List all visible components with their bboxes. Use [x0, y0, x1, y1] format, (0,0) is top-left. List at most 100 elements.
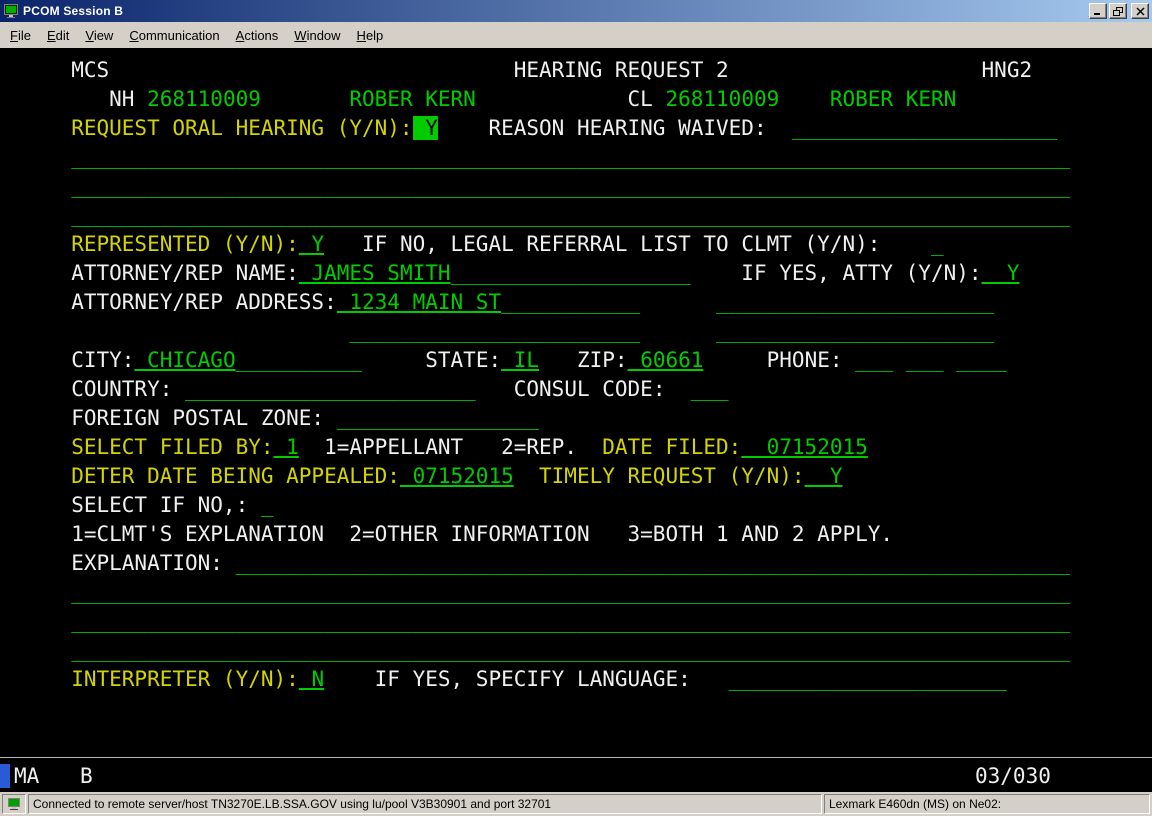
city-label: CITY:: [8, 348, 134, 372]
reason-continuation-field-3[interactable]: ________________________________________…: [8, 203, 1070, 227]
terminal-screen[interactable]: MCS HEARING REQUEST 2 HNG2 NH 268110009 …: [0, 48, 1152, 752]
menu-window[interactable]: Window: [286, 25, 348, 46]
select-filed-by-value[interactable]: 1: [274, 435, 299, 459]
status-bar: Connected to remote server/host TN3270E.…: [0, 792, 1152, 816]
reason-hearing-waived-field[interactable]: _____________________: [767, 116, 1058, 140]
phone-area-field[interactable]: ___: [843, 348, 894, 372]
date-filed-label: DATE FILED:: [577, 435, 741, 459]
oia-session-id: B: [80, 761, 93, 791]
foreign-postal-zone-label: FOREIGN POSTAL ZONE:: [8, 406, 324, 430]
explanation-continuation-field-2[interactable]: ________________________________________…: [8, 609, 1070, 633]
select-if-no-label: SELECT IF NO,:: [8, 493, 248, 517]
terminal-row: MCS HEARING REQUEST 2 HNG2: [8, 56, 1152, 85]
state-value[interactable]: IL: [501, 348, 539, 372]
oia-separator: [0, 757, 1152, 758]
select-if-no-value[interactable]: _: [248, 493, 273, 517]
attorney-name-label: ATTORNEY/REP NAME:: [8, 261, 299, 285]
attorney-address-label: ATTORNEY/REP ADDRESS:: [8, 290, 337, 314]
select-filed-by-label: SELECT FILED BY:: [8, 435, 274, 459]
menu-help[interactable]: Help: [349, 25, 392, 46]
specify-language-label: IF YES, SPECIFY LANGUAGE:: [324, 667, 691, 691]
phone-prefix-field[interactable]: ___: [893, 348, 944, 372]
terminal-row: ATTORNEY/REP NAME: JAMES SMITH__________…: [8, 259, 1152, 288]
close-button[interactable]: [1131, 3, 1149, 19]
state-label: STATE:: [362, 348, 501, 372]
terminal-row: ________________________________________…: [8, 201, 1152, 230]
represented-label: REPRESENTED (Y/N):: [8, 232, 299, 256]
zip-value[interactable]: 60661: [628, 348, 704, 372]
reason-continuation-field-2[interactable]: ________________________________________…: [8, 174, 1070, 198]
request-oral-hearing-value[interactable]: Y: [413, 116, 438, 140]
interpreter-value[interactable]: N: [299, 667, 324, 691]
deter-date-value[interactable]: 07152015: [400, 464, 514, 488]
terminal-row: NH 268110009 ROBER KERN CL 268110009 ROB…: [8, 85, 1152, 114]
explanation-options: 1=CLMT'S EXPLANATION 2=OTHER INFORMATION…: [8, 522, 893, 546]
app-window: PCOM Session B File Edit View Communicat…: [0, 0, 1152, 816]
terminal-row: DETER DATE BEING APPEALED: 07152015 TIME…: [8, 462, 1152, 491]
legal-referral-value[interactable]: _: [880, 232, 943, 256]
terminal-row: REQUEST ORAL HEARING (Y/N): Y REASON HEA…: [8, 114, 1152, 143]
attorney-name-value[interactable]: JAMES SMITH: [299, 261, 451, 285]
app-icon: [3, 3, 19, 19]
represented-value[interactable]: Y: [299, 232, 324, 256]
language-field[interactable]: ______________________: [691, 667, 1007, 691]
session-status-icon: [7, 797, 21, 811]
terminal-row: ________________________________________…: [8, 172, 1152, 201]
oia-status-row: MA B 03/030: [0, 761, 1152, 791]
restore-button[interactable]: [1109, 3, 1127, 19]
foreign-postal-zone-field[interactable]: ________________: [324, 406, 539, 430]
explanation-continuation-field-3[interactable]: ________________________________________…: [8, 638, 1070, 662]
attorney-address-line4-field[interactable]: ______________________: [640, 319, 994, 343]
phone-label: PHONE:: [703, 348, 842, 372]
country-label: COUNTRY:: [8, 377, 172, 401]
window-title: PCOM Session B: [23, 4, 123, 18]
terminal-row: _______________________ ________________…: [8, 317, 1152, 346]
reason-hearing-waived-label: REASON HEARING WAIVED:: [438, 116, 767, 140]
filed-by-options: 1=APPELLANT 2=REP.: [299, 435, 577, 459]
title-bar[interactable]: PCOM Session B: [0, 0, 1152, 22]
attorney-address-line2-field[interactable]: ______________________: [640, 290, 994, 314]
consul-code-label: CONSUL CODE:: [476, 377, 666, 401]
terminal-row: COUNTRY: _______________________ CONSUL …: [8, 375, 1152, 404]
explanation-label: EXPLANATION:: [8, 551, 223, 575]
city-value[interactable]: CHICAGO: [134, 348, 235, 372]
menu-actions[interactable]: Actions: [228, 25, 287, 46]
terminal-row: CITY: CHICAGO__________ STATE: IL ZIP: 6…: [8, 346, 1152, 375]
request-oral-hearing-label: REQUEST ORAL HEARING (Y/N):: [8, 116, 413, 140]
minimize-button[interactable]: [1089, 3, 1107, 19]
consul-code-field[interactable]: ___: [665, 377, 728, 401]
city-fill[interactable]: __________: [236, 348, 362, 372]
screen-title: HEARING REQUEST 2: [109, 58, 729, 82]
nh-name-value: ROBER KERN: [261, 87, 476, 111]
phone-line-field[interactable]: ____: [944, 348, 1007, 372]
country-field[interactable]: _______________________: [172, 377, 475, 401]
attorney-address-value[interactable]: 1234 MAIN ST: [337, 290, 501, 314]
attorney-address-fill[interactable]: ___________: [501, 290, 640, 314]
explanation-field[interactable]: ________________________________________…: [223, 551, 1070, 575]
terminal-row: ________________________________________…: [8, 607, 1152, 636]
connection-status: Connected to remote server/host TN3270E.…: [28, 794, 822, 814]
screen-id: MCS: [8, 58, 109, 82]
menu-edit[interactable]: Edit: [39, 25, 77, 46]
terminal-row: [8, 723, 1152, 752]
terminal-row: INTERPRETER (Y/N): N IF YES, SPECIFY LAN…: [8, 665, 1152, 694]
attorney-address-line3-field[interactable]: _______________________: [8, 319, 640, 343]
terminal-row: REPRESENTED (Y/N): Y IF NO, LEGAL REFERR…: [8, 230, 1152, 259]
terminal-area[interactable]: MCS HEARING REQUEST 2 HNG2 NH 268110009 …: [0, 48, 1152, 792]
reason-continuation-field-1[interactable]: ________________________________________…: [8, 145, 1070, 169]
menu-communication[interactable]: Communication: [121, 25, 227, 46]
terminal-row: SELECT IF NO,: _: [8, 491, 1152, 520]
explanation-continuation-field-1[interactable]: ________________________________________…: [8, 580, 1070, 604]
menu-view[interactable]: View: [77, 25, 121, 46]
atty-value[interactable]: Y: [982, 261, 1020, 285]
timely-request-value[interactable]: Y: [805, 464, 843, 488]
oia-indicator-block: [0, 764, 10, 788]
interpreter-label: INTERPRETER (Y/N):: [8, 667, 299, 691]
terminal-row: FOREIGN POSTAL ZONE: ________________: [8, 404, 1152, 433]
menu-file[interactable]: File: [2, 25, 39, 46]
oia-cursor-position: 03/030: [975, 761, 1051, 791]
status-icon-panel: [2, 794, 26, 814]
date-filed-value[interactable]: 07152015: [741, 435, 867, 459]
nh-ssn-value: 268110009: [134, 87, 260, 111]
attorney-name-fill[interactable]: ___________________: [451, 261, 691, 285]
